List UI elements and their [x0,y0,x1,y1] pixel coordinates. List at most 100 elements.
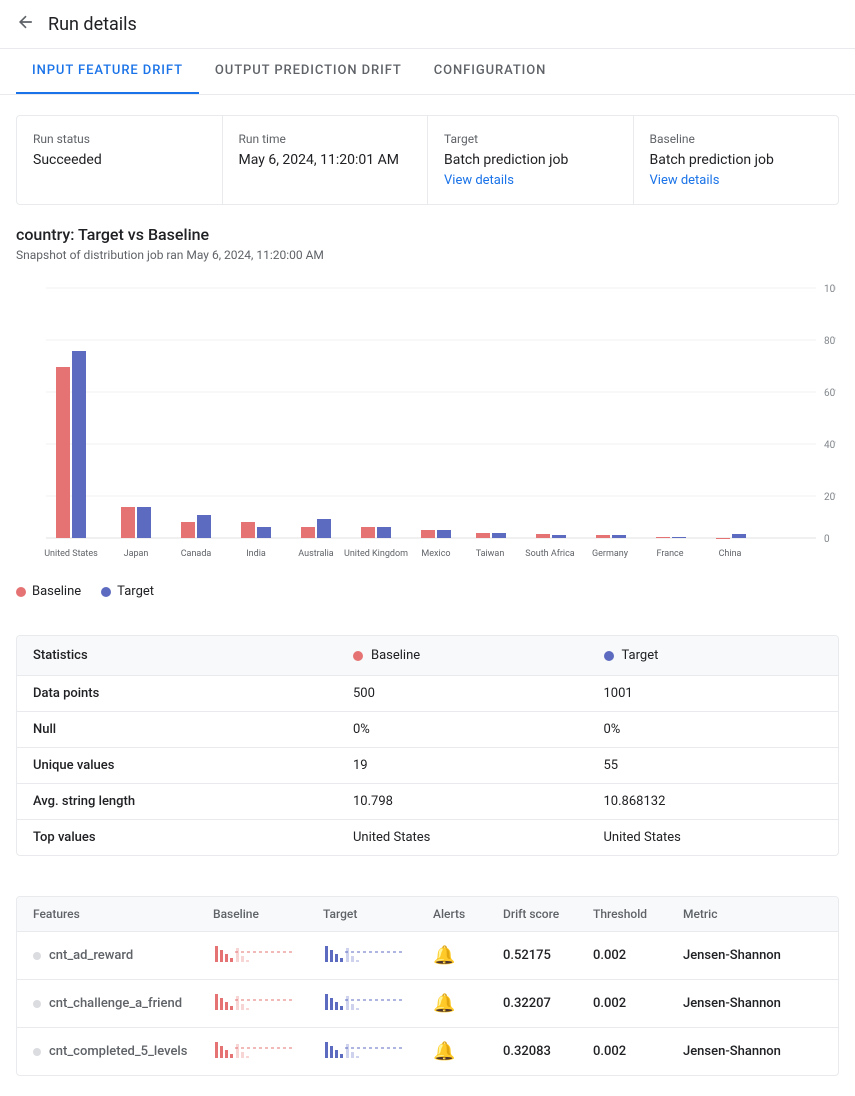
feature-threshold: 0.002 [593,996,683,1011]
stats-target-val: 0% [588,712,839,747]
bar-jp-baseline [121,507,135,538]
baseline-sparkline [213,990,303,1014]
tabs-bar: INPUT FEATURE DRIFT OUTPUT PREDICTION DR… [0,49,855,95]
tab-output-prediction-drift[interactable]: OUTPUT PREDICTION DRIFT [199,49,418,94]
feature-name: cnt_challenge_a_friend [33,996,213,1011]
baseline-card: Baseline Batch prediction job View detai… [634,116,839,204]
baseline-sparkline [213,942,303,966]
header: Run details [0,0,855,49]
stats-row-3: Avg. string length 10.798 10.868132 [17,784,838,820]
stats-label: Avg. string length [17,784,337,819]
stats-col-statistics: Statistics [17,636,337,675]
col-threshold: Threshold [593,907,683,921]
svg-text:Taiwan: Taiwan [476,549,505,559]
stats-baseline-val: 10.798 [337,784,588,819]
col-alerts: Alerts [433,907,503,921]
stats-target-val: United States [588,820,839,855]
feature-metric: Jensen-Shannon [683,948,822,963]
feature-metric: Jensen-Shannon [683,1044,822,1059]
alert-bell-icon: 🔔 [433,993,455,1014]
svg-text:India: India [246,549,266,559]
chart-legend: Baseline Target [16,584,839,599]
svg-text:Mexico: Mexico [421,549,450,559]
stats-row-0: Data points 500 1001 [17,676,838,712]
stats-row-2: Unique values 19 55 [17,748,838,784]
stats-target-val: 55 [588,748,839,783]
feature-drift-score: 0.52175 [503,948,593,963]
stats-label: Top values [17,820,337,855]
stats-baseline-val: 19 [337,748,588,783]
stats-col-baseline: Baseline [337,636,588,675]
svg-text:Canada: Canada [181,549,212,559]
run-time-card: Run time May 6, 2024, 11:20:01 AM [223,116,429,204]
statistics-section: Statistics Baseline Target Data points 5… [0,635,855,896]
run-status-label: Run status [33,132,206,146]
col-baseline: Baseline [213,907,323,921]
run-time-label: Run time [239,132,412,146]
baseline-indicator [353,651,363,661]
stats-row-4: Top values United States United States [17,820,838,855]
stats-label: Data points [17,676,337,711]
svg-text:Germany: Germany [592,549,629,559]
col-target: Target [323,907,433,921]
col-metric: Metric [683,907,822,921]
feature-dot [33,1048,41,1056]
page-title: Run details [48,14,137,35]
feature-target-chart [323,990,433,1017]
feature-row-1: cnt_challenge_a_friend 🔔 0.32207 0.002 [17,980,838,1028]
stats-baseline-val: United States [337,820,588,855]
bar-us-baseline [56,367,70,538]
legend-baseline-label: Baseline [32,584,81,599]
feature-alert: 🔔 [433,945,503,966]
target-view-details-link[interactable]: View details [444,173,514,188]
target-sparkline [323,990,413,1014]
stats-rows: Data points 500 1001 Null 0% 0% Unique v… [17,676,838,855]
stats-baseline-val: 0% [337,712,588,747]
info-cards: Run status Succeeded Run time May 6, 202… [16,115,839,205]
feature-drift-score: 0.32083 [503,1044,593,1059]
svg-text:Japan: Japan [124,549,149,559]
feature-name-text: cnt_ad_reward [49,948,133,963]
target-indicator [604,651,614,661]
col-features: Features [33,907,213,921]
tab-input-feature-drift[interactable]: INPUT FEATURE DRIFT [16,49,199,94]
legend-target-label: Target [117,584,154,599]
chart-subtitle: Snapshot of distribution job ran May 6, … [16,248,839,262]
chart-title: country: Target vs Baseline [16,225,839,244]
alert-bell-icon: 🔔 [433,1041,455,1062]
target-dot [101,587,111,597]
svg-text:France: France [656,549,683,559]
bar-chart: 100% 80% 60% 40% 20% 0 United States Jap… [16,278,839,572]
feature-dot [33,1000,41,1008]
legend-target: Target [101,584,154,599]
svg-text:40%: 40% [824,440,836,451]
tab-configuration[interactable]: CONFIGURATION [418,49,563,94]
feature-name: cnt_ad_reward [33,948,213,963]
baseline-view-details-link[interactable]: View details [650,173,720,188]
stats-header: Statistics Baseline Target [17,636,838,676]
run-status-card: Run status Succeeded [17,116,223,204]
feature-threshold: 0.002 [593,1044,683,1059]
target-value: Batch prediction job [444,152,617,168]
feature-name-text: cnt_challenge_a_friend [49,996,182,1011]
features-rows: cnt_ad_reward 🔔 0.52175 0.002 Je [17,932,838,1075]
features-header: Features Baseline Target Alerts Drift sc… [17,897,838,932]
feature-alert: 🔔 [433,993,503,1014]
back-button[interactable] [16,12,36,36]
svg-text:Australia: Australia [298,549,334,559]
feature-target-chart [323,1038,433,1065]
svg-text:United States: United States [44,549,98,559]
baseline-sparkline [213,1038,303,1062]
target-sparkline [323,1038,413,1062]
alert-bell-icon: 🔔 [433,945,455,966]
svg-text:60%: 60% [824,388,836,399]
feature-drift-score: 0.32207 [503,996,593,1011]
bar-chart-svg: 100% 80% 60% 40% 20% 0 United States Jap… [16,278,836,568]
stats-baseline-label: Baseline [371,648,420,663]
baseline-value: Batch prediction job [650,152,823,168]
statistics-table: Statistics Baseline Target Data points 5… [16,635,839,856]
feature-dot [33,952,41,960]
bar-us-target [72,351,86,538]
target-card: Target Batch prediction job View details [428,116,634,204]
legend-baseline: Baseline [16,584,81,599]
